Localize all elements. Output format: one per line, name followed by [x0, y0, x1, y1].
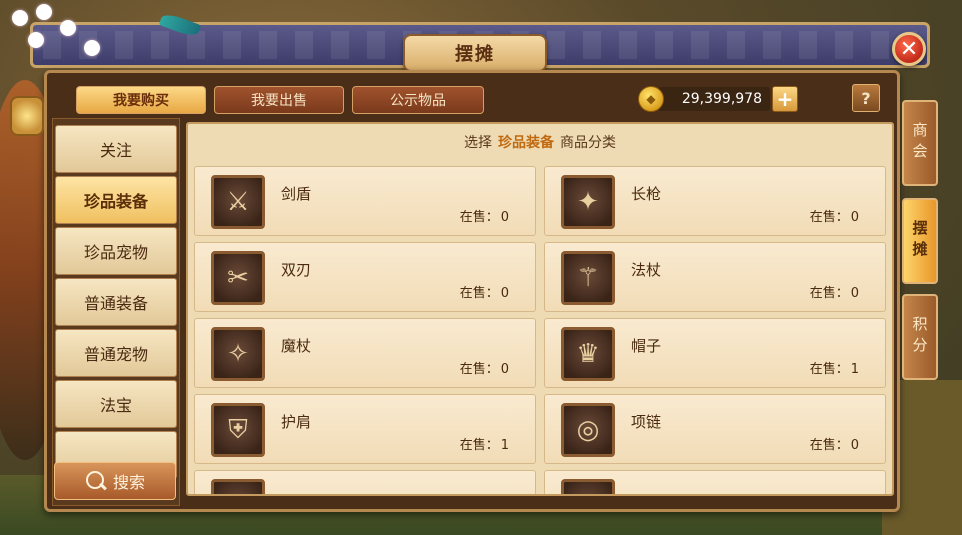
- item-partial-icon: [211, 479, 265, 494]
- item-stock: 在售： 0: [809, 210, 859, 225]
- item-stock: 在售： 0: [459, 286, 509, 301]
- wand-icon: ✧: [211, 327, 265, 381]
- tab-points[interactable]: 积分: [902, 294, 938, 380]
- add-currency-button[interactable]: +: [772, 86, 798, 112]
- dual-blade-icon: ✂: [211, 251, 265, 305]
- item-stock: 在售： 0: [809, 438, 859, 453]
- ornament-icon: [10, 96, 44, 136]
- breadcrumb-category: 珍品装备: [498, 135, 554, 151]
- item-card-partial[interactable]: [544, 470, 886, 494]
- sidebar-item-normal-pets[interactable]: 普通宠物: [55, 329, 177, 377]
- sidebar-item-rare-equipment[interactable]: 珍品装备: [55, 176, 177, 224]
- sidebar-item-follow[interactable]: 关注: [55, 125, 177, 173]
- item-card[interactable]: ✧ 魔杖 在售： 0: [194, 318, 536, 388]
- item-stock: 在售： 0: [459, 362, 509, 377]
- currency-display: ◆ 29,399,978 +: [638, 84, 806, 114]
- coin-icon: ◆: [638, 86, 664, 112]
- item-card[interactable]: ⚚ 法杖 在售： 0: [544, 242, 886, 312]
- pauldron-icon: ⛨: [211, 403, 265, 457]
- tab-stall[interactable]: 摆摊: [902, 198, 938, 284]
- item-stock: 在售： 1: [459, 438, 509, 453]
- sidebar-item-normal-equipment[interactable]: 普通装备: [55, 278, 177, 326]
- top-tab-bar: 我要购买 我要出售 公示物品: [76, 86, 484, 114]
- item-partial-icon: [561, 479, 615, 494]
- item-name: 帽子: [631, 337, 662, 355]
- search-button[interactable]: 搜索: [54, 462, 176, 500]
- item-stock: 在售： 1: [809, 362, 859, 377]
- breadcrumb-suffix: 商品分类: [560, 135, 616, 151]
- item-card[interactable]: ◎ 项链 在售： 0: [544, 394, 886, 464]
- item-name: 项链: [631, 413, 662, 431]
- category-sidebar: 关注 珍品装备 珍品宠物 普通装备 普通宠物 法宝: [52, 118, 180, 506]
- close-button[interactable]: ✕: [892, 32, 926, 66]
- spear-icon: ✦: [561, 175, 615, 229]
- tab-public-items[interactable]: 公示物品: [352, 86, 484, 114]
- item-name: 魔杖: [281, 337, 312, 355]
- blossom-decoration: [0, 0, 120, 60]
- item-grid: 选择 珍品装备 商品分类 ⚔ 剑盾 在售： 0 ✦ 长枪 在售： 0 ✂ 双刃 在售： 0…: [186, 122, 894, 496]
- item-card[interactable]: ♛ 帽子 在售： 1: [544, 318, 886, 388]
- item-name: 长枪: [631, 185, 662, 203]
- item-stock: 在售： 0: [809, 286, 859, 301]
- item-card-partial[interactable]: [194, 470, 536, 494]
- item-name: 法杖: [631, 261, 662, 279]
- sidebar-item-rare-pets[interactable]: 珍品宠物: [55, 227, 177, 275]
- item-card[interactable]: ✦ 长枪 在售： 0: [544, 166, 886, 236]
- item-stock: 在售： 0: [459, 210, 509, 225]
- item-card[interactable]: ⛨ 护肩 在售： 1: [194, 394, 536, 464]
- tab-guild[interactable]: 商会: [902, 100, 938, 186]
- sidebar-item-treasure[interactable]: 法宝: [55, 380, 177, 428]
- tab-sell[interactable]: 我要出售: [214, 86, 344, 114]
- item-name: 剑盾: [281, 185, 312, 203]
- necklace-icon: ◎: [561, 403, 615, 457]
- help-button[interactable]: ?: [852, 84, 880, 112]
- tab-buy[interactable]: 我要购买: [76, 86, 206, 114]
- search-icon: [85, 470, 107, 492]
- breadcrumb: 选择 珍品装备 商品分类: [188, 132, 892, 152]
- breadcrumb-prefix: 选择: [464, 135, 492, 151]
- item-name: 护肩: [281, 413, 312, 431]
- sword-shield-icon: ⚔: [211, 175, 265, 229]
- item-card[interactable]: ⚔ 剑盾 在售： 0: [194, 166, 536, 236]
- window-title: 摆摊: [403, 34, 547, 72]
- search-label: 搜索: [112, 473, 145, 492]
- currency-value: 29,399,978: [658, 87, 770, 111]
- item-name: 双刃: [281, 261, 312, 279]
- item-card[interactable]: ✂ 双刃 在售： 0: [194, 242, 536, 312]
- staff-icon: ⚚: [561, 251, 615, 305]
- hat-icon: ♛: [561, 327, 615, 381]
